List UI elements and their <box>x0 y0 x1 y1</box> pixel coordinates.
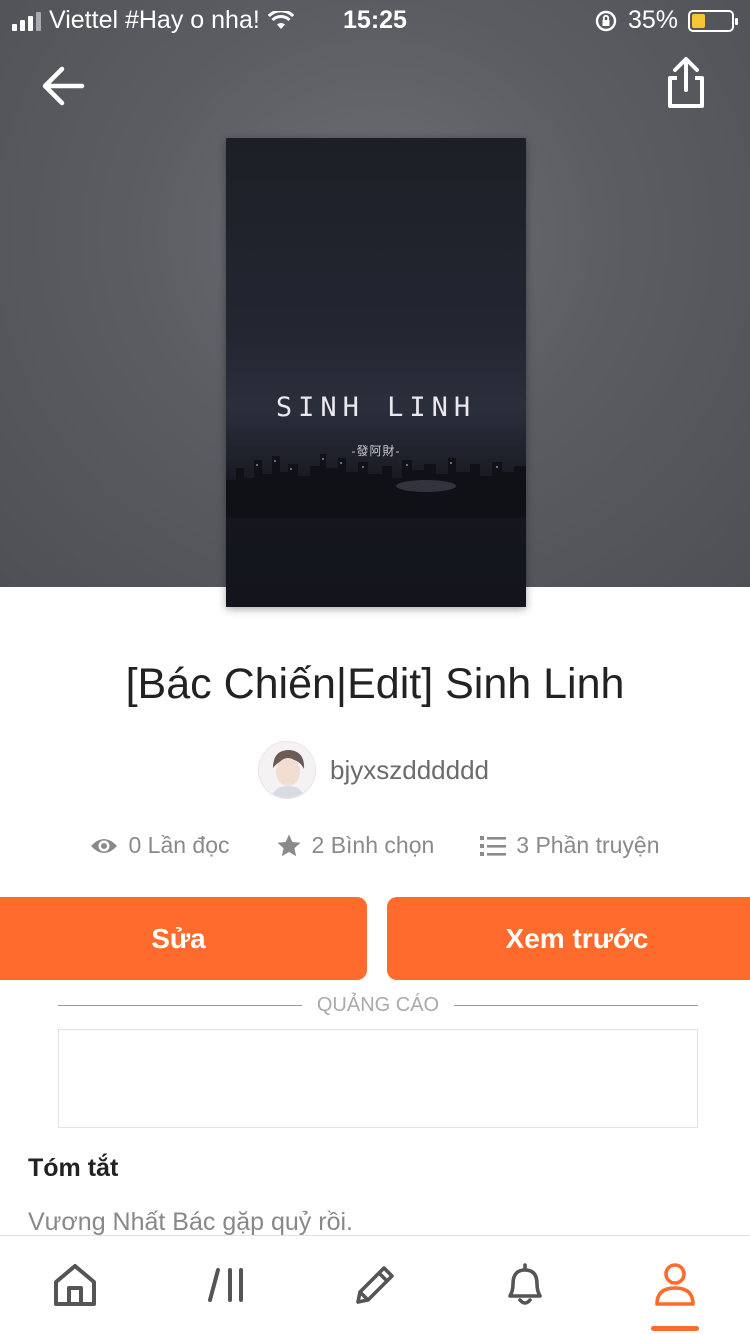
tab-home[interactable] <box>48 1258 102 1312</box>
home-icon <box>54 1264 96 1306</box>
status-bar: Viettel #Hay o nha! 15:25 35% <box>0 0 750 42</box>
battery-level <box>692 13 705 28</box>
cover-title: SINH LINH <box>275 392 477 423</box>
ad-label-row: QUẢNG CÁO <box>58 994 698 1016</box>
profile-icon <box>655 1263 695 1306</box>
eye-icon <box>91 838 118 853</box>
reads-stat: 0 Lần đọc <box>90 832 230 859</box>
pencil-icon <box>356 1266 394 1304</box>
tab-notifications[interactable] <box>498 1258 552 1312</box>
story-cover[interactable]: SINH LINH -發阿財- <box>226 138 526 607</box>
parts-count: 3 Phần truyện <box>516 832 660 858</box>
ad-slot[interactable] <box>58 1029 698 1128</box>
summary-heading: Tóm tắt <box>28 1154 119 1182</box>
preview-button[interactable]: Xem trước <box>387 897 750 980</box>
bottom-tab-bar <box>0 1235 750 1334</box>
active-tab-indicator <box>651 1326 699 1331</box>
avatar[interactable] <box>258 741 316 799</box>
list-icon <box>480 835 507 856</box>
star-icon <box>277 834 301 856</box>
summary-text: Vương Nhất Bác gặp quỷ rồi. <box>28 1208 353 1236</box>
arrow-left-icon <box>42 66 85 106</box>
votes-count: 2 Bình chọn <box>311 832 435 858</box>
tab-profile[interactable] <box>648 1258 702 1312</box>
votes-stat: 2 Bình chọn <box>276 832 435 859</box>
story-title: [Bác Chiến|Edit] Sinh Linh <box>125 660 625 708</box>
story-stats: 0 Lần đọc 2 Bình chọn 3 Phần truyện <box>0 832 750 859</box>
battery-icon <box>688 9 738 32</box>
tab-library[interactable] <box>200 1258 254 1312</box>
author-avatar-image <box>259 742 315 798</box>
ad-divider-right <box>454 1005 698 1006</box>
edit-button[interactable]: Sửa <box>0 897 367 980</box>
battery-percent: 35% <box>627 6 678 34</box>
orientation-lock-icon <box>595 10 617 31</box>
back-button[interactable] <box>38 60 90 112</box>
library-icon <box>208 1268 243 1302</box>
cover-subtitle: -發阿財- <box>351 444 401 458</box>
bell-icon <box>508 1263 542 1305</box>
reads-count: 0 Lần đọc <box>128 832 230 858</box>
parts-stat: 3 Phần truyện <box>480 832 660 859</box>
author-name[interactable]: bjyxszdddddd <box>330 755 489 786</box>
share-button[interactable] <box>662 56 710 112</box>
author-row[interactable]: bjyxszdddddd <box>258 741 489 799</box>
tab-write[interactable] <box>348 1258 402 1312</box>
share-icon <box>668 57 704 108</box>
